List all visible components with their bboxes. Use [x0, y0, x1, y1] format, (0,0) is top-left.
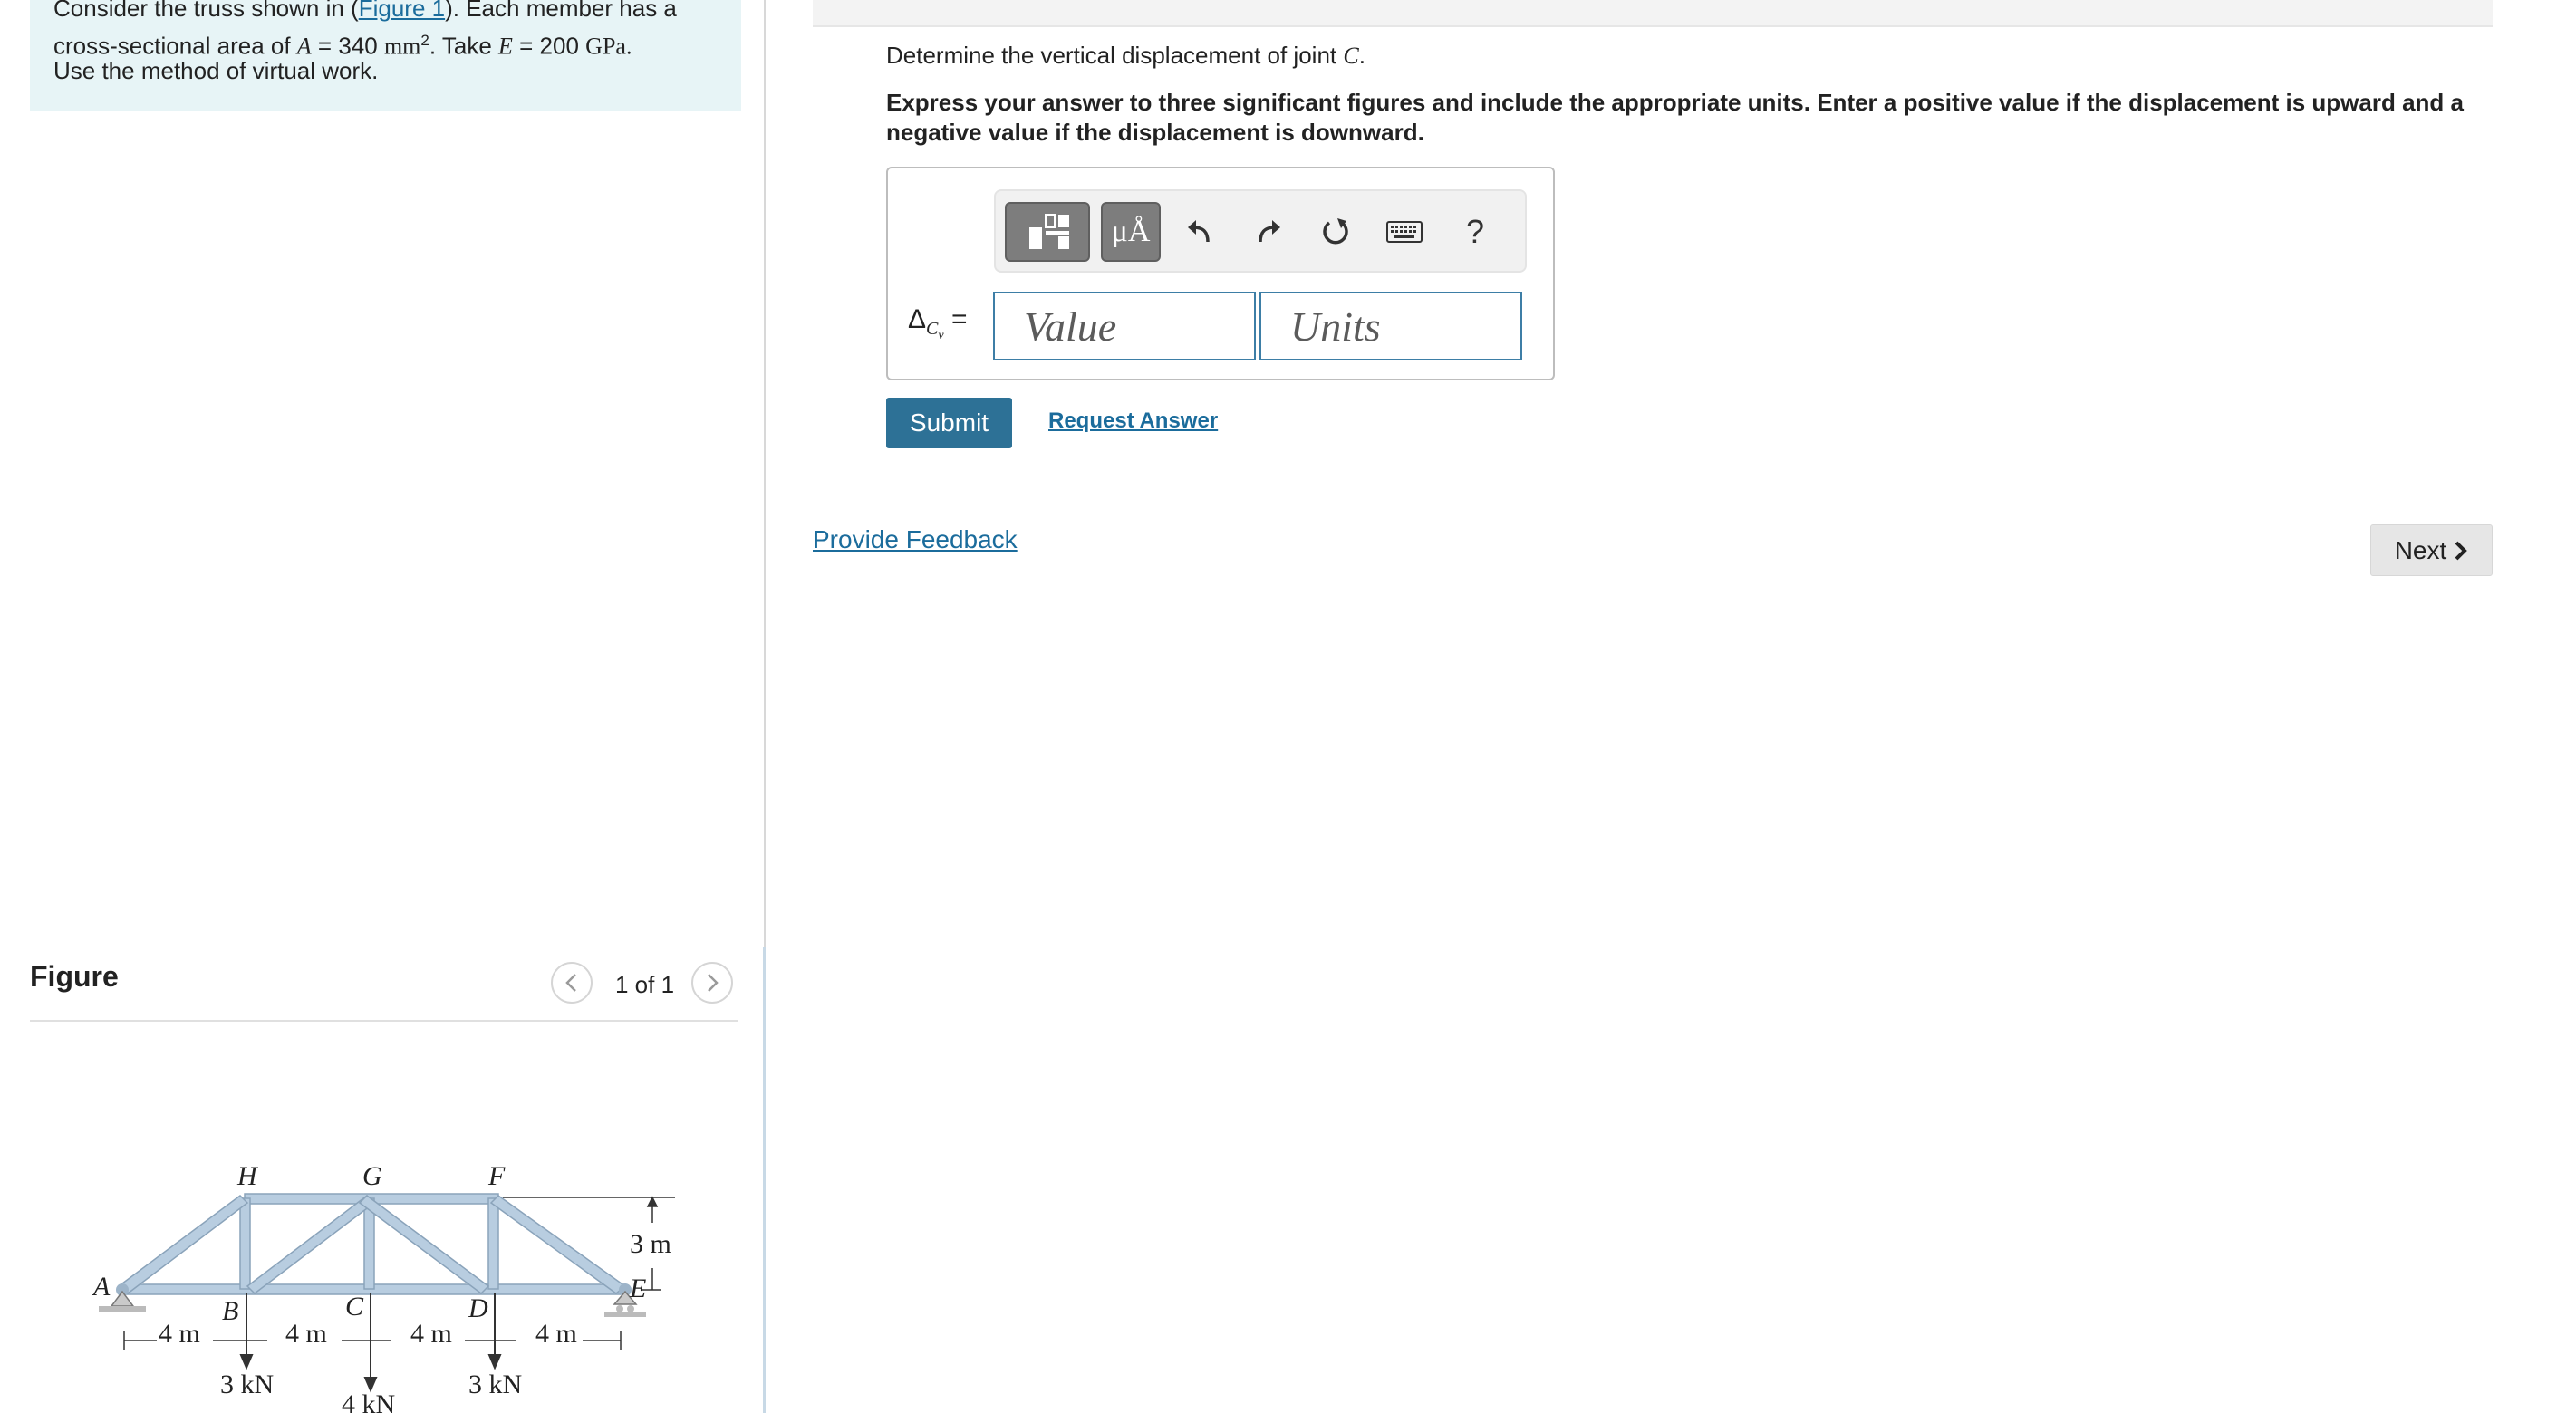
height-label: 3 m — [630, 1229, 671, 1259]
chevron-right-icon — [708, 974, 719, 992]
chevron-right-icon — [2455, 541, 2468, 560]
modulus-symbol: E — [498, 33, 513, 60]
keyboard-icon — [1386, 221, 1423, 243]
redo-icon — [1259, 220, 1280, 243]
undo-icon — [1188, 220, 1210, 243]
next-figure-button[interactable] — [691, 962, 733, 1004]
equals-sign: = — [950, 304, 968, 334]
problem-line-3: Use the method of virtual work. — [53, 57, 379, 84]
problem-text: ). Each member has a — [445, 0, 677, 22]
keyboard-button[interactable] — [1375, 202, 1434, 262]
redo-button[interactable] — [1239, 202, 1298, 262]
truss-figure: H G F A B C D E 4 m 4 m 4 m 4 m 3 m 3 kN… — [92, 1161, 675, 1413]
truss-members — [117, 1193, 627, 1295]
joint-label-h: H — [236, 1161, 259, 1191]
span-label-bc: 4 m — [285, 1319, 327, 1349]
value-input[interactable] — [993, 292, 1256, 360]
question-prefix: Determine the vertical displacement of j… — [886, 42, 1337, 69]
math-toolbar: μÅ ? — [994, 189, 1527, 273]
panel-divider-accent — [763, 947, 766, 1413]
question-period: . — [1358, 42, 1365, 69]
modulus-value: = 200 — [519, 32, 579, 60]
question-text: Determine the vertical displacement of j… — [886, 42, 1365, 70]
undo-button[interactable] — [1170, 202, 1230, 262]
subscript-direction: v — [938, 329, 944, 342]
joint-label-d: D — [468, 1293, 488, 1323]
joint-label-a: A — [92, 1272, 111, 1302]
templates-button[interactable] — [1005, 202, 1090, 262]
joint-label-f: F — [487, 1161, 506, 1191]
figure-link[interactable]: Figure 1 — [359, 0, 445, 22]
chevron-left-icon — [565, 974, 576, 992]
templates-icon — [1029, 214, 1069, 249]
help-button[interactable]: ? — [1445, 202, 1505, 262]
span-label-cd: 4 m — [410, 1319, 452, 1349]
span-label-de: 4 m — [535, 1319, 577, 1349]
question-joint: C — [1343, 43, 1359, 69]
problem-text: . Take — [429, 32, 492, 60]
reset-button[interactable] — [1306, 202, 1365, 262]
area-unit: mm — [383, 33, 421, 60]
symbols-button[interactable]: μÅ — [1101, 202, 1161, 262]
part-header-bar — [813, 0, 2493, 27]
subscript-joint: C — [926, 319, 939, 339]
figure-title: Figure — [30, 960, 119, 993]
reset-icon — [1323, 218, 1348, 245]
joint-label-g: G — [362, 1161, 382, 1191]
load-arrows — [239, 1293, 502, 1393]
joint-label-b: B — [222, 1296, 238, 1326]
answer-instructions: Express your answer to three significant… — [886, 89, 2464, 146]
provide-feedback-link[interactable]: Provide Feedback — [813, 525, 1018, 554]
problem-statement: Consider the truss shown in (Figure 1). … — [30, 0, 741, 111]
units-input[interactable] — [1259, 292, 1522, 360]
area-exponent: 2 — [420, 32, 429, 49]
problem-line-1: Consider the truss shown in (Figure 1). … — [53, 0, 677, 24]
figure-header: Figure 1 of 1 — [30, 956, 738, 1022]
joint-label-c: C — [345, 1292, 364, 1322]
load-label-b: 3 kN — [220, 1370, 274, 1399]
load-label-c: 4 kN — [342, 1389, 395, 1413]
load-label-d: 3 kN — [468, 1370, 522, 1399]
problem-text: Consider the truss shown in ( — [53, 0, 359, 22]
answer-variable-label: ΔCv = — [908, 304, 967, 343]
next-button[interactable]: Next — [2370, 524, 2493, 576]
next-label: Next — [2394, 535, 2447, 564]
joint-label-e: E — [629, 1274, 646, 1303]
figure-pager-count: 1 of 1 — [615, 971, 675, 998]
previous-figure-button[interactable] — [551, 962, 593, 1004]
delta-symbol: Δ — [908, 304, 927, 334]
request-answer-link[interactable]: Request Answer — [1048, 409, 1218, 434]
span-label-ab: 4 m — [159, 1319, 200, 1349]
answer-box: μÅ ? ΔCv = Value Units — [886, 167, 1555, 380]
modulus-unit: GPa. — [585, 33, 632, 60]
left-panel: Consider the truss shown in (Figure 1). … — [0, 0, 764, 1413]
submit-button[interactable]: Submit — [886, 398, 1012, 448]
